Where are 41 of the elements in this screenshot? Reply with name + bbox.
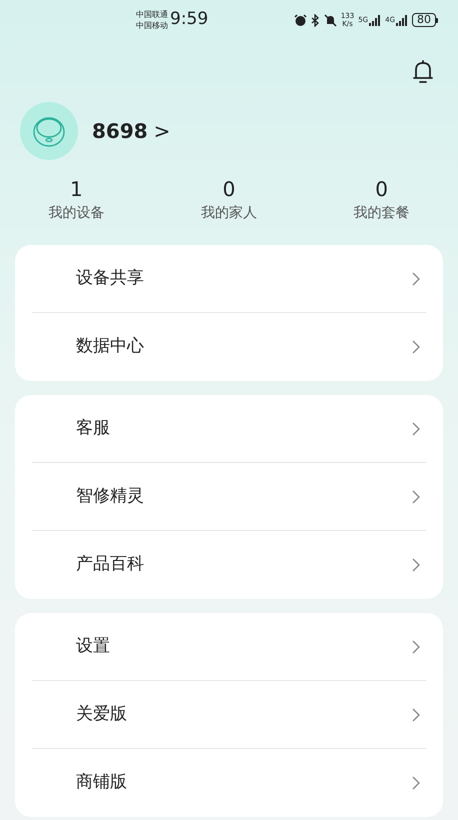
stat-label: 我的设备 (48, 204, 104, 223)
menu-item-label: 数据中心 (76, 335, 144, 358)
menu-item-label: 设备共享 (76, 266, 144, 290)
signal-icon (396, 14, 408, 26)
carrier-name: 中国联通 (136, 9, 168, 20)
chevron-right-icon (412, 558, 420, 572)
chevron-right-icon (412, 708, 420, 722)
stat-value: 1 (70, 176, 83, 202)
chevron-right-icon (412, 340, 420, 354)
chevron-right-icon (412, 422, 420, 436)
carrier-name: 中国移动 (136, 20, 168, 31)
chevron-right-icon (412, 776, 420, 790)
signal-icon (369, 14, 382, 26)
menu-item-label: 产品百科 (76, 553, 144, 576)
menu-item-label: 商铺版 (76, 771, 127, 794)
profile-name-link[interactable]: 8698 > (92, 116, 170, 146)
menu-item[interactable]: 设置 (32, 613, 426, 681)
menu-item[interactable]: 关爱版 (32, 681, 426, 749)
stat-label: 我的家人 (200, 204, 257, 223)
menu-item[interactable]: 商铺版 (32, 749, 426, 817)
bluetooth-icon (310, 14, 320, 26)
menu-item[interactable]: 智修精灵 (32, 463, 426, 531)
notification-bell-icon[interactable] (412, 60, 434, 84)
menu-item-label: 关爱版 (76, 702, 127, 726)
menu-item-label: 设置 (76, 634, 110, 658)
menu-item-label: 客服 (76, 416, 110, 440)
alarm-icon (294, 14, 307, 26)
menu-item[interactable]: 设备共享 (32, 245, 426, 313)
chevron-right-icon (412, 490, 420, 504)
menu-item[interactable]: 产品百科 (32, 531, 426, 599)
stat-value: 0 (375, 176, 388, 202)
battery-level: 80 (412, 13, 436, 27)
stat-label: 我的套餐 (354, 204, 410, 223)
menu-item[interactable]: 数据中心 (32, 313, 426, 381)
menu-item[interactable]: 客服 (32, 395, 426, 463)
status-time: 9:59 (170, 8, 208, 32)
chevron-right-icon (412, 640, 420, 654)
menu-item-label: 智修精灵 (76, 484, 144, 508)
stat-value: 0 (222, 176, 236, 202)
chevron-right-icon (412, 272, 420, 286)
muted-bell-icon (324, 14, 337, 26)
